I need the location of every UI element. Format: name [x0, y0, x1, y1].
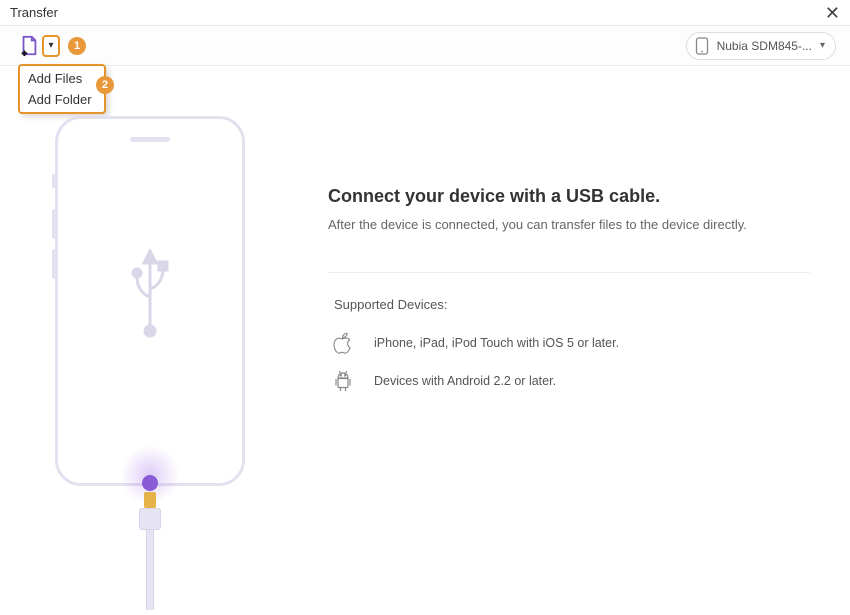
device-label: Nubia SDM845-...: [717, 39, 812, 53]
supported-row-android: Devices with Android 2.2 or later.: [332, 370, 810, 392]
add-dropdown-button[interactable]: ▾: [42, 35, 60, 57]
phone-body: [55, 116, 245, 486]
menu-item-add-folder[interactable]: Add Folder: [20, 89, 104, 110]
add-dropdown-menu: Add Files Add Folder: [18, 64, 106, 114]
chevron-down-icon: ▾: [48, 40, 53, 51]
phone-icon: [695, 37, 709, 55]
close-icon[interactable]: ✕: [825, 4, 840, 22]
info-column: Connect your device with a USB cable. Af…: [300, 66, 850, 615]
phone-port-dot: [142, 475, 158, 491]
chevron-down-icon: ▾: [820, 40, 825, 51]
window-title: Transfer: [10, 5, 58, 20]
phone-side-button: [52, 249, 56, 279]
cable-plug: [139, 486, 161, 610]
phone-illustration: [55, 116, 245, 596]
supported-devices-title: Supported Devices:: [334, 297, 810, 312]
toolbar: ▾ 1 Nubia SDM845-... ▾ Add Files Add Fol…: [0, 26, 850, 66]
apple-text: iPhone, iPad, iPod Touch with iOS 5 or l…: [374, 336, 619, 350]
content: Connect your device with a USB cable. Af…: [0, 66, 850, 615]
divider: [328, 272, 810, 273]
phone-illustration-column: [0, 66, 300, 615]
phone-side-button: [52, 174, 56, 188]
supported-row-apple: iPhone, iPad, iPod Touch with iOS 5 or l…: [332, 332, 810, 354]
device-selector[interactable]: Nubia SDM845-... ▾: [686, 32, 836, 60]
menu-item-add-files[interactable]: Add Files: [20, 68, 104, 89]
add-button-group: ▾ 1: [18, 35, 86, 57]
add-file-icon[interactable]: [18, 35, 40, 57]
titlebar: Transfer ✕: [0, 0, 850, 26]
android-text: Devices with Android 2.2 or later.: [374, 374, 556, 388]
android-icon: [332, 370, 354, 392]
apple-icon: [332, 332, 354, 354]
subheadline: After the device is connected, you can t…: [328, 217, 810, 232]
headline: Connect your device with a USB cable.: [328, 186, 810, 207]
usb-icon: [127, 249, 173, 344]
step-badge-1: 1: [68, 37, 86, 55]
step-badge-2: 2: [96, 76, 114, 94]
phone-side-button: [52, 209, 56, 239]
